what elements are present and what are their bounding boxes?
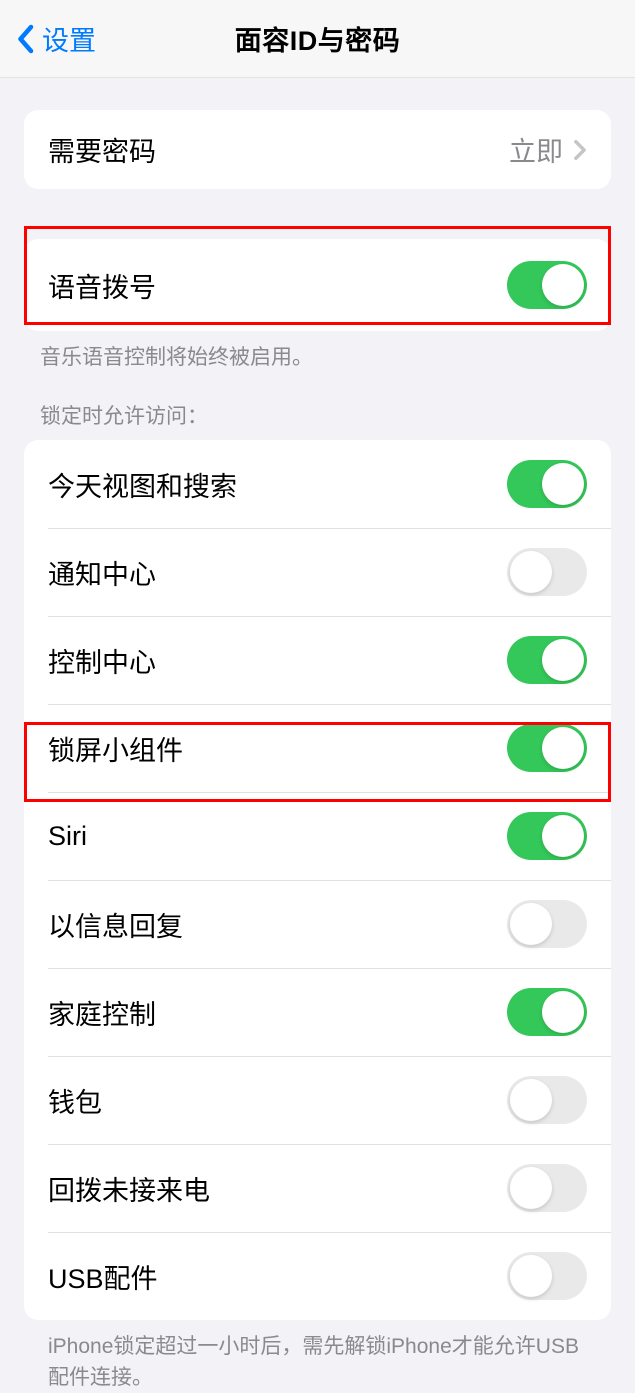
require-passcode-row[interactable]: 需要密码 立即: [24, 110, 611, 189]
lock-access-row: 今天视图和搜索: [24, 440, 611, 528]
toggle-knob: [510, 1167, 552, 1209]
toggle-knob: [542, 639, 584, 681]
page-title: 面容ID与密码: [235, 19, 401, 58]
toggle-knob: [542, 815, 584, 857]
lock-access-row: 锁屏小组件: [24, 704, 611, 792]
lock-access-row: USB配件: [24, 1232, 611, 1320]
lock-access-label: 通知中心: [48, 553, 156, 592]
require-passcode-value: 立即: [509, 130, 563, 169]
voice-dial-row: 语音拨号: [24, 239, 611, 331]
row-right: 立即: [509, 130, 587, 169]
voice-dial-toggle[interactable]: [507, 261, 587, 309]
toggle-knob: [542, 991, 584, 1033]
require-passcode-label: 需要密码: [48, 130, 156, 169]
lock-access-label: 以信息回复: [48, 905, 183, 944]
chevron-right-icon: [573, 139, 587, 161]
lock-access-footer: iPhone锁定超过一小时后，需先解锁iPhone才能允许USB配件连接。: [0, 1320, 635, 1393]
lock-access-row: Siri: [24, 792, 611, 880]
lock-access-toggle[interactable]: [507, 900, 587, 948]
toggle-knob: [542, 727, 584, 769]
lock-access-row: 钱包: [24, 1056, 611, 1144]
lock-access-label: USB配件: [48, 1257, 158, 1296]
lock-access-label: 回拨未接来电: [48, 1169, 210, 1208]
lock-access-row: 控制中心: [24, 616, 611, 704]
lock-access-toggle[interactable]: [507, 724, 587, 772]
lock-access-row: 回拨未接来电: [24, 1144, 611, 1232]
navigation-bar: 设置 面容ID与密码: [0, 0, 635, 78]
voice-dial-label: 语音拨号: [48, 266, 156, 305]
toggle-knob: [510, 903, 552, 945]
toggle-knob: [510, 1255, 552, 1297]
lock-access-header: 锁定时允许访问：: [0, 372, 635, 440]
lock-access-label: 锁屏小组件: [48, 729, 183, 768]
toggle-knob: [542, 264, 584, 306]
toggle-knob: [542, 463, 584, 505]
toggle-knob: [510, 1079, 552, 1121]
group-voice-dial: 语音拨号: [24, 239, 611, 331]
content-scroll: 需要密码 立即 语音拨号 音乐语音控制将始终被启用。 锁定时允许访问： 今天视图…: [0, 110, 635, 1393]
lock-access-toggle[interactable]: [507, 988, 587, 1036]
lock-access-label: 今天视图和搜索: [48, 465, 237, 504]
lock-access-row: 通知中心: [24, 528, 611, 616]
lock-access-row: 家庭控制: [24, 968, 611, 1056]
back-label: 设置: [42, 19, 96, 58]
lock-access-row: 以信息回复: [24, 880, 611, 968]
group-passcode: 需要密码 立即: [24, 110, 611, 189]
lock-access-toggle[interactable]: [507, 548, 587, 596]
lock-access-label: Siri: [48, 821, 87, 852]
chevron-left-icon: [16, 24, 34, 54]
lock-access-label: 控制中心: [48, 641, 156, 680]
lock-access-toggle[interactable]: [507, 1164, 587, 1212]
lock-access-label: 家庭控制: [48, 993, 156, 1032]
back-button[interactable]: 设置: [16, 19, 96, 58]
lock-access-toggle[interactable]: [507, 1252, 587, 1300]
lock-access-label: 钱包: [48, 1081, 102, 1120]
lock-access-toggle[interactable]: [507, 636, 587, 684]
voice-dial-footer: 音乐语音控制将始终被启用。: [0, 331, 635, 372]
group-lock-access: 今天视图和搜索通知中心控制中心锁屏小组件 Siri 以信息回复家庭控制钱包回拨未接来…: [24, 440, 611, 1320]
lock-access-toggle[interactable]: [507, 1076, 587, 1124]
lock-access-toggle[interactable]: [507, 460, 587, 508]
toggle-knob: [510, 551, 552, 593]
lock-access-toggle[interactable]: [507, 812, 587, 860]
